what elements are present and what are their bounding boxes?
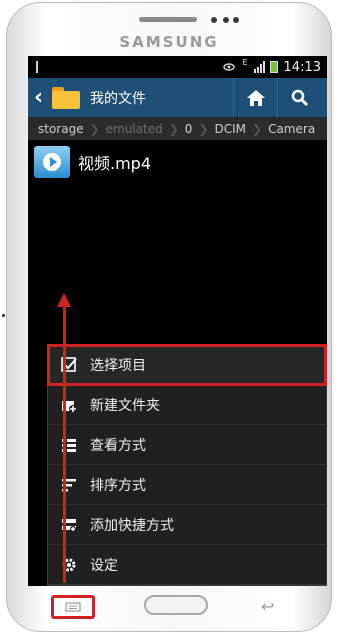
list-item[interactable]: 视频.mp4 — [28, 140, 327, 184]
menu-item-view-mode[interactable]: 查看方式 — [48, 425, 326, 465]
stray-dot — [2, 314, 5, 317]
folder-icon — [52, 86, 80, 109]
back-arrow-icon[interactable]: ‹ — [34, 85, 48, 110]
brand-logo: SAMSUNG — [119, 33, 219, 51]
breadcrumb-dcim[interactable]: DCIM — [209, 122, 253, 136]
proximity-sensor — [211, 17, 217, 23]
menu-item-new-folder[interactable]: 新建文件夹 — [48, 385, 326, 425]
annotation-arrow-head-icon — [57, 293, 71, 307]
usb-icon — [36, 61, 48, 73]
front-camera — [233, 17, 239, 23]
breadcrumb-emulated[interactable]: emulated — [100, 122, 169, 136]
network-type-indicator: E — [242, 58, 248, 67]
breadcrumb: storage ❯ emulated ❯ 0 ❯ DCIM ❯ Camera — [28, 118, 327, 140]
file-name: 视频.mp4 — [78, 154, 152, 173]
home-button[interactable] — [233, 77, 277, 118]
menu-key-icon — [65, 602, 81, 612]
video-thumbnail-icon — [34, 146, 70, 178]
page-title: 我的文件 — [90, 90, 146, 107]
menu-item-label: 排序方式 — [90, 477, 146, 494]
menu-item-select-items[interactable]: 选择项目 — [47, 344, 327, 386]
home-icon — [246, 89, 265, 106]
back-key-icon[interactable]: ↩ — [261, 597, 274, 616]
breadcrumb-storage[interactable]: storage — [32, 122, 90, 136]
hardware-keys: ↩ — [7, 591, 331, 621]
menu-item-label: 新建文件夹 — [90, 397, 160, 414]
vibrate-icon — [223, 63, 236, 71]
menu-item-settings[interactable]: 设定 — [48, 545, 326, 585]
menu-key-button[interactable] — [51, 595, 95, 619]
menu-item-label: 设定 — [90, 557, 118, 574]
phone-frame: SAMSUNG E 14:13 ‹ 我的文件 storage ❯ emulate… — [6, 2, 332, 632]
signal-icon — [253, 61, 265, 73]
action-bar: ‹ 我的文件 — [28, 77, 327, 118]
breadcrumb-0[interactable]: 0 — [179, 122, 199, 136]
earpiece-speaker — [139, 17, 197, 22]
options-menu: 选择项目 新建文件夹 查看方式 排序方式 添加快捷方式 设定 — [47, 344, 327, 586]
menu-item-label: 选择项目 — [90, 357, 146, 374]
menu-item-label: 添加快捷方式 — [90, 517, 174, 534]
search-button[interactable] — [277, 77, 321, 118]
menu-item-sort[interactable]: 排序方式 — [48, 465, 326, 505]
annotation-arrow-line — [63, 305, 66, 583]
light-sensor — [223, 17, 229, 23]
menu-item-add-shortcut[interactable]: 添加快捷方式 — [48, 505, 326, 545]
menu-item-label: 查看方式 — [90, 437, 146, 454]
screen: E 14:13 ‹ 我的文件 storage ❯ emulated ❯ 0 ❯ … — [28, 56, 327, 586]
clock: 14:13 — [283, 59, 321, 75]
battery-icon — [269, 61, 278, 73]
search-icon — [291, 89, 308, 106]
status-bar: E 14:13 — [28, 56, 327, 78]
breadcrumb-camera[interactable]: Camera — [262, 122, 321, 136]
home-key-button[interactable] — [144, 595, 208, 615]
